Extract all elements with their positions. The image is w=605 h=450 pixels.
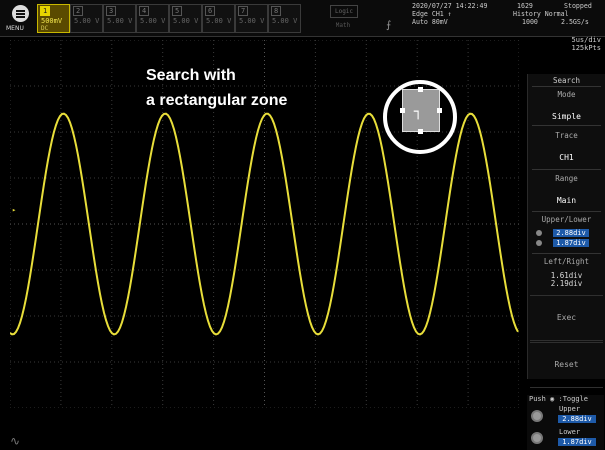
logic-button[interactable]: Logic bbox=[330, 5, 358, 18]
range-value: Main bbox=[556, 196, 577, 205]
channel-coupling: DC bbox=[41, 25, 49, 32]
channel-scale: 5.00 V bbox=[140, 17, 166, 25]
channel-1-button[interactable]: 1 500mV DC bbox=[37, 4, 70, 33]
lower-value: 1.87div bbox=[553, 239, 589, 247]
push-toggle-label: Push ◉ :Toggle bbox=[529, 395, 589, 403]
channel-number: 1 bbox=[40, 6, 51, 16]
lower-value: 1.87div bbox=[558, 438, 596, 446]
search-side-menu: Search Mode Simple Trace CH1 Range Main … bbox=[527, 74, 605, 388]
channel-scale: 5.00 V bbox=[272, 17, 298, 25]
math-button[interactable]: Math bbox=[330, 22, 356, 31]
upper-knob-icon[interactable] bbox=[531, 410, 543, 422]
upper-value: 2.88div bbox=[558, 415, 596, 423]
channel-number: 7 bbox=[238, 6, 249, 16]
left-right-button[interactable]: Left/Right 1.61div 2.19div bbox=[528, 254, 605, 296]
knob-icon bbox=[536, 230, 542, 236]
trace-value: CH1 bbox=[559, 153, 574, 162]
range-button[interactable]: Range Main bbox=[528, 170, 605, 210]
reset-button[interactable]: Reset bbox=[530, 342, 603, 388]
annotation-line-2: a rectangular zone bbox=[146, 92, 288, 109]
left-right-label: Left/Right bbox=[543, 257, 590, 266]
time-per-div: 5us/div bbox=[571, 36, 601, 44]
record-length: 125kPts bbox=[571, 44, 601, 52]
annotation-text: Search with a rectangular zone bbox=[146, 63, 287, 113]
annotation-line-1: Search with bbox=[146, 67, 236, 84]
channel-number: 2 bbox=[73, 6, 84, 16]
timebase-readout: 5us/div 125kPts bbox=[545, 36, 601, 52]
channel-number: 4 bbox=[139, 6, 150, 16]
channel-3-button[interactable]: 3 5.00 V bbox=[103, 4, 136, 33]
channel-number: 5 bbox=[172, 6, 183, 16]
waveform-mode-icon: ∿ bbox=[10, 434, 21, 448]
channel-1-marker[interactable]: ▸ bbox=[12, 206, 16, 214]
right-value: 2.19div bbox=[550, 279, 583, 288]
channel-scale: 5.00 V bbox=[74, 17, 100, 25]
trigger-level: Auto 80mV bbox=[412, 18, 448, 26]
zone-highlight-circle bbox=[383, 80, 457, 154]
mode-value: Simple bbox=[552, 112, 581, 121]
lower-label: Lower bbox=[559, 428, 581, 436]
upper-value: 2.88div bbox=[553, 229, 589, 237]
trigger-icon: ⨍ bbox=[386, 20, 392, 31]
trace-label: Trace bbox=[555, 131, 578, 140]
channel-scale: 5.00 V bbox=[173, 17, 199, 25]
channel-scale: 5.00 V bbox=[107, 17, 133, 25]
channel-5-button[interactable]: 5 5.00 V bbox=[169, 4, 202, 33]
channel-scale: 5.00 V bbox=[206, 17, 232, 25]
channel-4-button[interactable]: 4 5.00 V bbox=[136, 4, 169, 33]
menu-button[interactable]: MENU bbox=[4, 3, 34, 33]
exec-button[interactable]: Exec bbox=[530, 295, 603, 341]
menu-icon bbox=[12, 5, 29, 22]
channel-7-button[interactable]: 7 5.00 V bbox=[235, 4, 268, 33]
knob-icon bbox=[536, 240, 542, 246]
trace-button[interactable]: Trace CH1 bbox=[528, 126, 605, 169]
channel-6-button[interactable]: 6 5.00 V bbox=[202, 4, 235, 33]
sample-rate: 2.5GS/s bbox=[561, 18, 589, 26]
upper-lower-button[interactable]: Upper/Lower 2.88div 1.87div bbox=[528, 212, 605, 252]
channel-number: 3 bbox=[106, 6, 117, 16]
channel-2-button[interactable]: 2 5.00 V bbox=[70, 4, 103, 33]
mode-label: Mode bbox=[557, 90, 576, 99]
channel-number: 6 bbox=[205, 6, 216, 16]
upper-lower-label: Upper/Lower bbox=[541, 215, 592, 224]
history-count: 1000 bbox=[522, 18, 538, 26]
channel-number: 8 bbox=[271, 6, 282, 16]
channel-scale: 5.00 V bbox=[239, 17, 265, 25]
channel-8-button[interactable]: 8 5.00 V bbox=[268, 4, 301, 33]
menu-title: Search bbox=[552, 76, 581, 85]
mode-button[interactable]: Mode Simple bbox=[528, 87, 605, 125]
lower-knob-icon[interactable] bbox=[531, 432, 543, 444]
channel-scale: 500mV bbox=[41, 17, 63, 25]
push-toggle-panel: Push ◉ :Toggle Upper 2.88div Lower 1.87d… bbox=[527, 395, 604, 450]
upper-label: Upper bbox=[559, 405, 581, 413]
range-label: Range bbox=[555, 174, 578, 183]
menu-label: MENU bbox=[6, 25, 24, 32]
